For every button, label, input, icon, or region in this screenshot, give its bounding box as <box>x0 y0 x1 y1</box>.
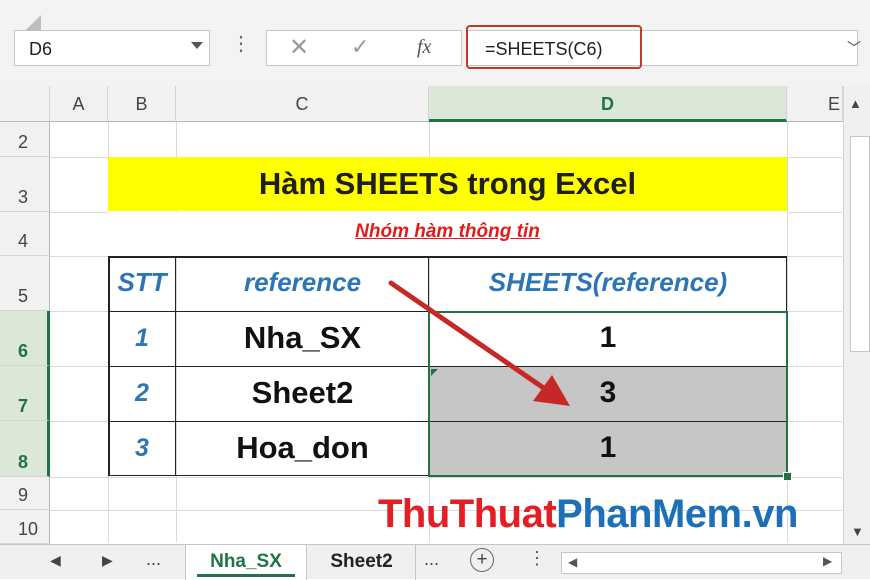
insert-function-icon[interactable]: fx <box>417 36 431 59</box>
chevron-down-icon[interactable] <box>191 42 203 49</box>
column-header-b[interactable]: B <box>108 86 176 122</box>
row-number: 7 <box>18 396 29 416</box>
header-sheets[interactable]: SHEETS(reference) <box>429 256 787 311</box>
row-header-7[interactable]: 7 <box>0 366 50 421</box>
vertical-ellipsis-icon[interactable]: ⋮ <box>528 548 546 569</box>
column-header-c[interactable]: C <box>176 86 429 122</box>
watermark-part1: ThuThuat <box>378 492 557 536</box>
column-header-a[interactable]: A <box>50 86 108 122</box>
tab-sheet2[interactable]: Sheet2 <box>308 545 416 580</box>
horizontal-scrollbar[interactable]: ◀ <box>561 552 842 574</box>
table-row-stt[interactable]: 1 <box>108 311 176 366</box>
row-header-5[interactable]: 5 <box>0 256 50 311</box>
selection-border <box>428 311 788 477</box>
table-row-reference[interactable]: Hoa_don <box>176 421 429 476</box>
table-row-stt[interactable]: 3 <box>108 421 176 476</box>
tab-scroll-right-icon[interactable]: ▶ <box>102 552 113 569</box>
row-number: 5 <box>18 286 29 306</box>
scroll-down-icon[interactable]: ▼ <box>851 524 864 539</box>
scroll-up-icon[interactable]: ▲ <box>849 96 862 111</box>
name-box[interactable]: D6 <box>14 30 210 66</box>
table-row-stt[interactable]: 2 <box>108 366 176 421</box>
row-number: 9 <box>18 485 29 505</box>
name-box-value: D6 <box>29 39 53 59</box>
gridline <box>50 477 842 478</box>
plus-circle-icon[interactable]: + <box>470 548 494 572</box>
scrollbar-thumb[interactable] <box>850 136 870 352</box>
row-number: 4 <box>18 231 29 251</box>
row-number: 3 <box>18 187 29 207</box>
sheet-tab-bar: ◀ ▶ ... Nha_SX Sheet2 ... + ⋮ ◀ ▶ <box>0 544 870 580</box>
check-icon[interactable]: ✓ <box>351 34 369 60</box>
select-all-corner[interactable] <box>0 86 50 122</box>
table-border <box>108 256 110 476</box>
table-row-reference[interactable]: Sheet2 <box>176 366 429 421</box>
row-number: 2 <box>18 132 29 152</box>
formula-buttons: ✕ ✓ fx <box>266 30 462 66</box>
watermark-logo: ThuThuatPhanMem.vn <box>378 492 798 537</box>
column-header-e[interactable]: E <box>787 86 843 122</box>
expand-formula-bar-icon[interactable]: ﹀ <box>847 38 861 58</box>
header-stt[interactable]: STT <box>108 256 176 311</box>
fill-handle[interactable] <box>783 472 792 481</box>
row-header-4[interactable]: 4 <box>0 212 50 256</box>
row-number: 10 <box>18 519 39 539</box>
watermark-part2: PhanMem.vn <box>556 492 798 536</box>
tab-scroll-left-icon[interactable]: ◀ <box>50 552 61 569</box>
row-header-10[interactable]: 10 <box>0 510 50 544</box>
sheet-subtitle[interactable]: Nhóm hàm thông tin <box>108 212 787 257</box>
vertical-ellipsis-icon[interactable]: ⋮ <box>231 31 251 56</box>
scroll-right-icon[interactable]: ▶ <box>823 554 832 568</box>
row-number: 6 <box>18 341 29 361</box>
row-header-9[interactable]: 9 <box>0 477 50 510</box>
tab-more-right[interactable]: ... <box>424 549 439 570</box>
close-icon[interactable]: ✕ <box>289 33 309 62</box>
formula-highlight-box <box>466 25 642 69</box>
table-row-reference[interactable]: Nha_SX <box>176 311 429 366</box>
active-tab-indicator <box>197 574 295 577</box>
error-indicator-icon[interactable] <box>431 369 438 376</box>
tab-more-left[interactable]: ... <box>146 549 161 570</box>
row-header-2[interactable]: 2 <box>0 122 50 157</box>
column-header-d[interactable]: D <box>429 86 787 122</box>
sheet-title[interactable]: Hàm SHEETS trong Excel <box>108 157 787 211</box>
header-reference[interactable]: reference <box>176 256 429 311</box>
row-number: 8 <box>18 452 29 472</box>
row-header-3[interactable]: 3 <box>0 157 50 212</box>
scroll-left-icon[interactable]: ◀ <box>568 555 577 569</box>
select-all-triangle-icon <box>25 15 41 31</box>
table-border <box>175 256 176 476</box>
row-header-6[interactable]: 6 <box>0 311 50 366</box>
row-header-8[interactable]: 8 <box>0 421 50 477</box>
table-border <box>108 256 787 258</box>
